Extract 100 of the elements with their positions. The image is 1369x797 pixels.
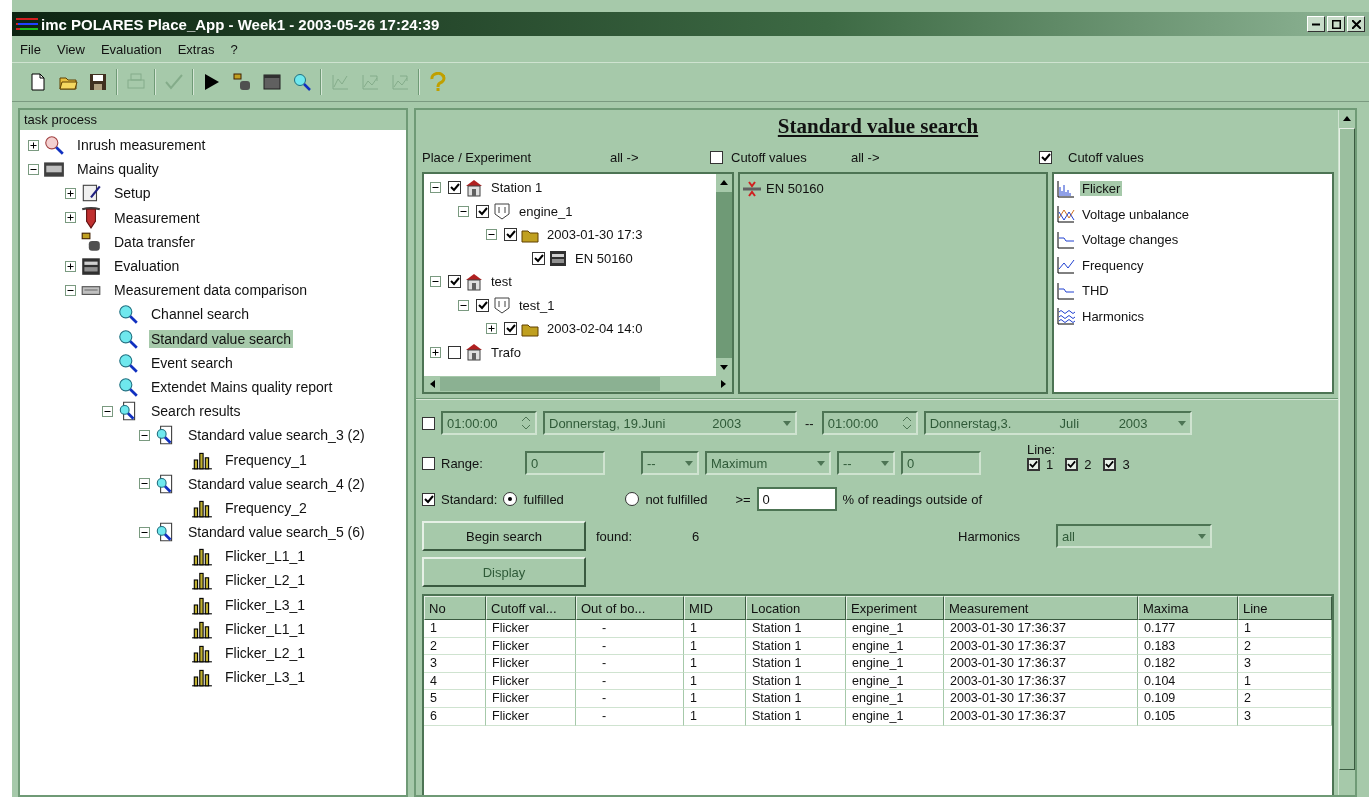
expander-icon[interactable] bbox=[28, 139, 39, 151]
checkbox[interactable] bbox=[422, 492, 435, 506]
scrollbar[interactable] bbox=[424, 376, 732, 392]
minimize-button[interactable] bbox=[1307, 16, 1325, 32]
maximize-button[interactable] bbox=[1327, 16, 1345, 32]
checkbox[interactable] bbox=[448, 345, 461, 359]
tree-item[interactable]: Event search bbox=[149, 353, 235, 372]
harmonics-dropdown[interactable]: all bbox=[1056, 524, 1212, 548]
expander-icon[interactable] bbox=[65, 284, 76, 296]
tree-item[interactable]: Standard value search bbox=[149, 329, 294, 348]
checkbox[interactable] bbox=[448, 181, 461, 195]
list-item[interactable]: Voltage unbalance bbox=[1080, 206, 1191, 222]
menu-item[interactable]: File bbox=[20, 41, 41, 57]
column-header[interactable]: Out of bo... bbox=[576, 596, 684, 620]
column-header[interactable]: MID bbox=[684, 596, 746, 620]
tree-item[interactable]: 2003-02-04 14:0 bbox=[547, 321, 643, 337]
tree-item[interactable]: Flicker_L2_1 bbox=[223, 644, 308, 663]
column-header[interactable]: Maxima bbox=[1138, 596, 1238, 620]
spinner-arrows-icon[interactable] bbox=[521, 416, 531, 430]
date-dropdown[interactable]: Donnerstag,3. Juli 2003 bbox=[923, 411, 1192, 435]
column-header[interactable]: Cutoff val... bbox=[486, 596, 576, 620]
operator-dropdown[interactable]: -- bbox=[837, 451, 895, 475]
checkbox[interactable] bbox=[422, 416, 435, 430]
tree-item[interactable]: Extendet Mains quality report bbox=[149, 377, 335, 396]
tree-item[interactable]: Measurement bbox=[112, 208, 202, 227]
expander-icon[interactable] bbox=[65, 187, 76, 199]
column-header[interactable]: Location bbox=[746, 596, 846, 620]
checkbox[interactable] bbox=[1065, 458, 1079, 471]
tree-item[interactable]: EN 50160 bbox=[575, 250, 633, 266]
tree-item[interactable]: Standard value search_3 (2) bbox=[186, 426, 367, 445]
expander-icon[interactable] bbox=[430, 276, 441, 288]
tree-item[interactable]: Frequency_1 bbox=[223, 450, 309, 469]
percent-field[interactable]: 0 bbox=[756, 487, 837, 511]
tree-item[interactable]: test bbox=[491, 274, 512, 290]
checkbox[interactable] bbox=[1103, 458, 1117, 471]
tree-item[interactable]: Flicker_L3_1 bbox=[223, 595, 308, 614]
expander-icon[interactable] bbox=[139, 429, 150, 441]
expander-icon[interactable] bbox=[458, 299, 469, 311]
tree-item[interactable]: test_1 bbox=[519, 297, 555, 313]
tree-item[interactable]: Mains quality bbox=[75, 160, 161, 179]
expander-icon[interactable] bbox=[102, 405, 113, 417]
tree-item[interactable]: Frequency_2 bbox=[223, 498, 309, 517]
column-header[interactable]: No bbox=[424, 596, 486, 620]
checkbox[interactable] bbox=[1039, 150, 1052, 164]
tree-item[interactable]: Inrush measurement bbox=[75, 136, 208, 155]
tree-item[interactable]: Measurement data comparison bbox=[112, 281, 309, 300]
column-header[interactable]: Measurement bbox=[944, 596, 1138, 620]
list-item[interactable]: THD bbox=[1080, 283, 1111, 299]
tree-item[interactable]: Flicker_L3_1 bbox=[223, 668, 308, 687]
checkbox[interactable] bbox=[532, 251, 545, 265]
tree-item[interactable]: Setup bbox=[112, 184, 153, 203]
checkbox[interactable] bbox=[422, 456, 435, 470]
expander-icon[interactable] bbox=[28, 163, 39, 175]
expander-icon[interactable] bbox=[65, 260, 76, 272]
tree-item[interactable]: Trafo bbox=[491, 344, 521, 360]
tree-item[interactable]: 2003-01-30 17:3 bbox=[547, 227, 643, 243]
spinner-arrows-icon[interactable] bbox=[901, 416, 912, 430]
tree-item[interactable]: Flicker_L2_1 bbox=[223, 571, 308, 590]
expander-icon[interactable] bbox=[139, 478, 150, 490]
select-all-link[interactable]: all -> bbox=[851, 149, 1039, 165]
expander-icon[interactable] bbox=[430, 346, 441, 358]
tree-item[interactable]: Data transfer bbox=[112, 232, 197, 251]
time-field[interactable]: 01:00:00 bbox=[441, 411, 537, 435]
checkbox[interactable] bbox=[448, 275, 461, 289]
checkbox[interactable] bbox=[1027, 458, 1040, 471]
tree-item[interactable]: Evaluation bbox=[112, 257, 182, 276]
scrollbar[interactable] bbox=[1338, 110, 1355, 795]
tree-item[interactable]: Flicker_L1_1 bbox=[223, 547, 308, 566]
expander-icon[interactable] bbox=[430, 182, 441, 194]
tree-item[interactable]: Standard value search_4 (2) bbox=[186, 474, 367, 493]
date-dropdown[interactable]: Donnerstag, 19.Juni 2003 bbox=[543, 411, 797, 435]
list-item[interactable]: Harmonics bbox=[1080, 308, 1147, 324]
tree-item[interactable]: Standard value search_5 (6) bbox=[186, 523, 367, 542]
radio-button[interactable] bbox=[625, 492, 640, 506]
menu-item[interactable]: View bbox=[56, 41, 85, 57]
radio-button[interactable] bbox=[503, 492, 518, 506]
time-field[interactable]: 01:00:00 bbox=[821, 411, 918, 435]
list-item[interactable]: Voltage changes bbox=[1080, 232, 1181, 248]
expander-icon[interactable] bbox=[486, 229, 497, 241]
select-all-link[interactable]: all -> bbox=[610, 149, 710, 165]
tree-item[interactable]: Search results bbox=[149, 402, 243, 421]
menu-item[interactable]: ? bbox=[230, 41, 238, 57]
checkbox[interactable] bbox=[476, 298, 489, 312]
list-item[interactable]: EN 50160 bbox=[766, 181, 824, 197]
begin-search-button[interactable]: Begin search bbox=[422, 521, 586, 551]
expander-icon[interactable] bbox=[139, 526, 150, 538]
list-item[interactable]: Frequency bbox=[1080, 257, 1146, 273]
mode-dropdown[interactable]: Maximum bbox=[705, 451, 831, 475]
column-header[interactable]: Experiment bbox=[846, 596, 944, 620]
checkbox[interactable] bbox=[504, 322, 517, 336]
scrollbar[interactable] bbox=[716, 174, 732, 376]
list-item[interactable]: Flicker bbox=[1080, 181, 1123, 197]
menu-item[interactable]: Extras bbox=[177, 41, 215, 57]
operator-dropdown[interactable]: -- bbox=[641, 451, 699, 475]
checkbox[interactable] bbox=[476, 204, 489, 218]
checkbox[interactable] bbox=[504, 228, 517, 242]
tree-item[interactable]: Channel search bbox=[149, 305, 252, 324]
range-field[interactable]: 0 bbox=[525, 451, 605, 475]
column-header[interactable]: Line bbox=[1238, 596, 1332, 620]
tree-item[interactable]: Station 1 bbox=[491, 180, 543, 196]
